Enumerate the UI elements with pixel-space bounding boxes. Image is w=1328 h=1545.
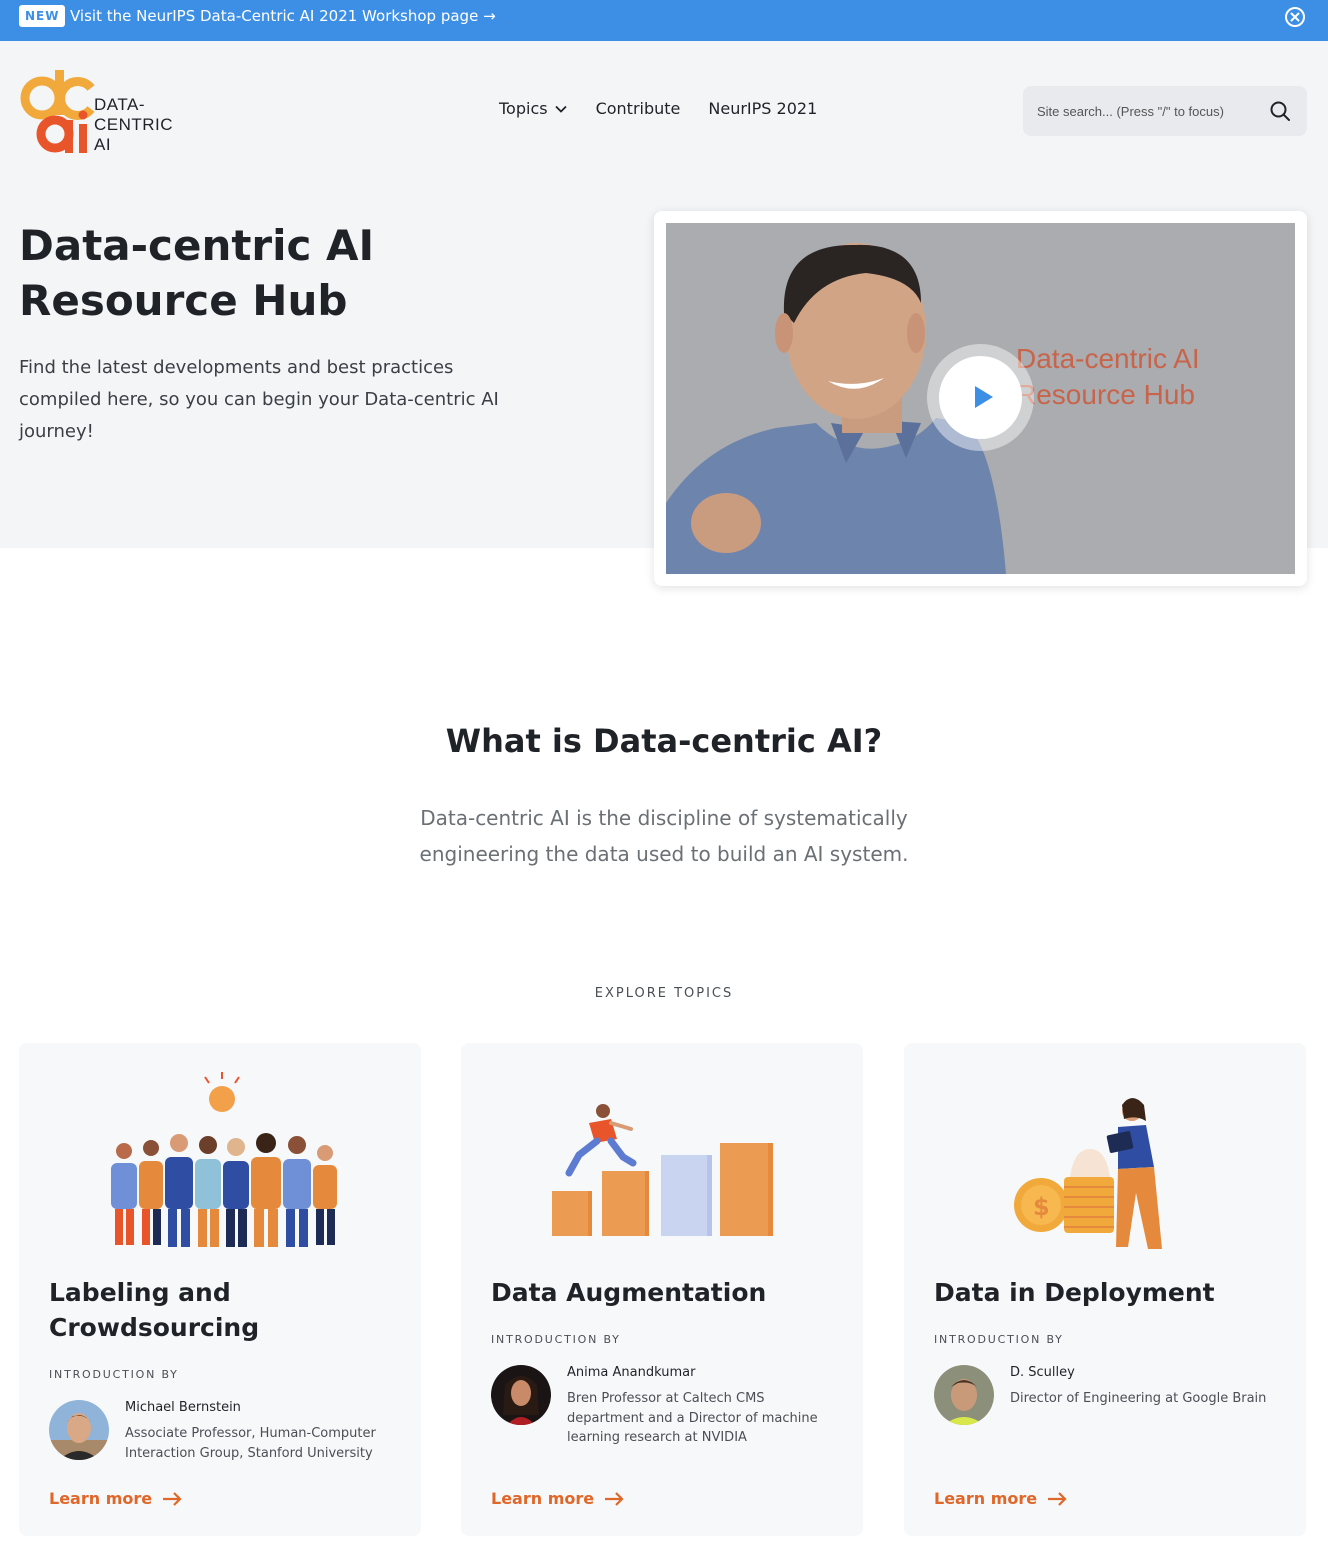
topic-card-augmentation[interactable]: Data Augmentation INTRODUCTION BY Anima …: [461, 1043, 863, 1536]
avatar: [49, 1400, 109, 1460]
section-title: What is Data-centric AI?: [445, 722, 883, 760]
nav-contribute[interactable]: Contribute: [596, 99, 681, 118]
avatar: [491, 1365, 551, 1425]
author-name: Anima Anandkumar: [567, 1365, 696, 1380]
learn-more-link[interactable]: Learn more: [49, 1489, 182, 1508]
play-button[interactable]: [927, 344, 1034, 451]
main-nav: Topics Contribute NeurIPS 2021: [499, 99, 817, 118]
learn-more-link[interactable]: Learn more: [934, 1489, 1067, 1508]
logo-wordmark: DATA- CENTRIC AI: [94, 95, 173, 155]
nav-neurips[interactable]: NeurIPS 2021: [708, 99, 817, 118]
nav-topics-label: Topics: [499, 99, 548, 118]
hero-description: Find the latest developments and best pr…: [19, 357, 499, 442]
stairs-illustration: [552, 1104, 773, 1236]
card-title: Data Augmentation: [491, 1278, 767, 1307]
svg-text:$: $: [1033, 1193, 1050, 1221]
intro-label: INTRODUCTION BY: [934, 1333, 1064, 1346]
nav-topics[interactable]: Topics: [499, 99, 568, 118]
avatar-image: [49, 1400, 109, 1460]
video-overlay-line: Data-centric AI: [1016, 343, 1200, 374]
learn-more-label: Learn more: [49, 1489, 153, 1508]
section-description: Data-centric AI is the discipline of sys…: [419, 806, 909, 866]
intro-label: INTRODUCTION BY: [491, 1333, 621, 1346]
intro-label: INTRODUCTION BY: [49, 1368, 179, 1381]
site-search: [1023, 86, 1307, 136]
topic-card-labeling[interactable]: Labeling and Crowdsourcing INTRODUCTION …: [19, 1043, 421, 1536]
author-role: Associate Professor, Human-Computer Inte…: [125, 1426, 376, 1461]
announcement-banner: NEW Visit the NeurIPS Data-Centric AI 20…: [0, 0, 1328, 41]
author-name: D. Sculley: [1010, 1365, 1075, 1380]
avatar: [934, 1365, 994, 1425]
video-overlay-title: Data-centric AI Resource Hub: [1016, 341, 1200, 413]
intro-video-card: Data-centric AI Resource Hub: [654, 211, 1307, 586]
logo-line: DATA-: [94, 95, 145, 114]
crowd-illustration: [111, 1072, 337, 1247]
close-icon[interactable]: [1284, 6, 1306, 28]
new-badge: NEW: [19, 5, 66, 27]
video-overlay-line: Resource Hub: [1016, 379, 1195, 410]
page-title: Data-centric AI Resource Hub: [19, 221, 375, 325]
play-button-inner: [939, 356, 1022, 439]
arrow-right-icon: [163, 1491, 182, 1506]
search-icon[interactable]: [1269, 100, 1291, 122]
learn-more-label: Learn more: [934, 1489, 1038, 1508]
topic-card-deployment[interactable]: $ Data in Deployment INTRODUCTION BY D. …: [904, 1043, 1306, 1536]
logo-line: CENTRIC: [94, 115, 174, 134]
avatar-image: [491, 1365, 551, 1425]
search-input[interactable]: [1037, 100, 1257, 122]
avatar-image: [934, 1365, 994, 1425]
workshop-link[interactable]: Visit the NeurIPS Data-Centric AI 2021 W…: [70, 6, 496, 26]
author-role: Bren Professor at Caltech CMS department…: [567, 1391, 818, 1445]
arrow-right-icon: [605, 1491, 624, 1506]
learn-more-label: Learn more: [491, 1489, 595, 1508]
arrow-right-icon: [1048, 1491, 1067, 1506]
intro-video[interactable]: Data-centric AI Resource Hub: [666, 223, 1295, 574]
logo-line: AI: [94, 135, 112, 154]
play-icon: [975, 386, 993, 408]
card-title: Data in Deployment: [934, 1278, 1215, 1307]
chevron-down-icon: [554, 105, 567, 113]
author-role: Director of Engineering at Google Brain: [1010, 1391, 1267, 1406]
card-title: Labeling and Crowdsourcing: [49, 1278, 260, 1342]
explore-topics-label: EXPLORE TOPICS: [594, 986, 734, 1001]
finance-illustration: $: [1014, 1098, 1162, 1249]
learn-more-link[interactable]: Learn more: [491, 1489, 624, 1508]
author-name: Michael Bernstein: [125, 1400, 241, 1415]
